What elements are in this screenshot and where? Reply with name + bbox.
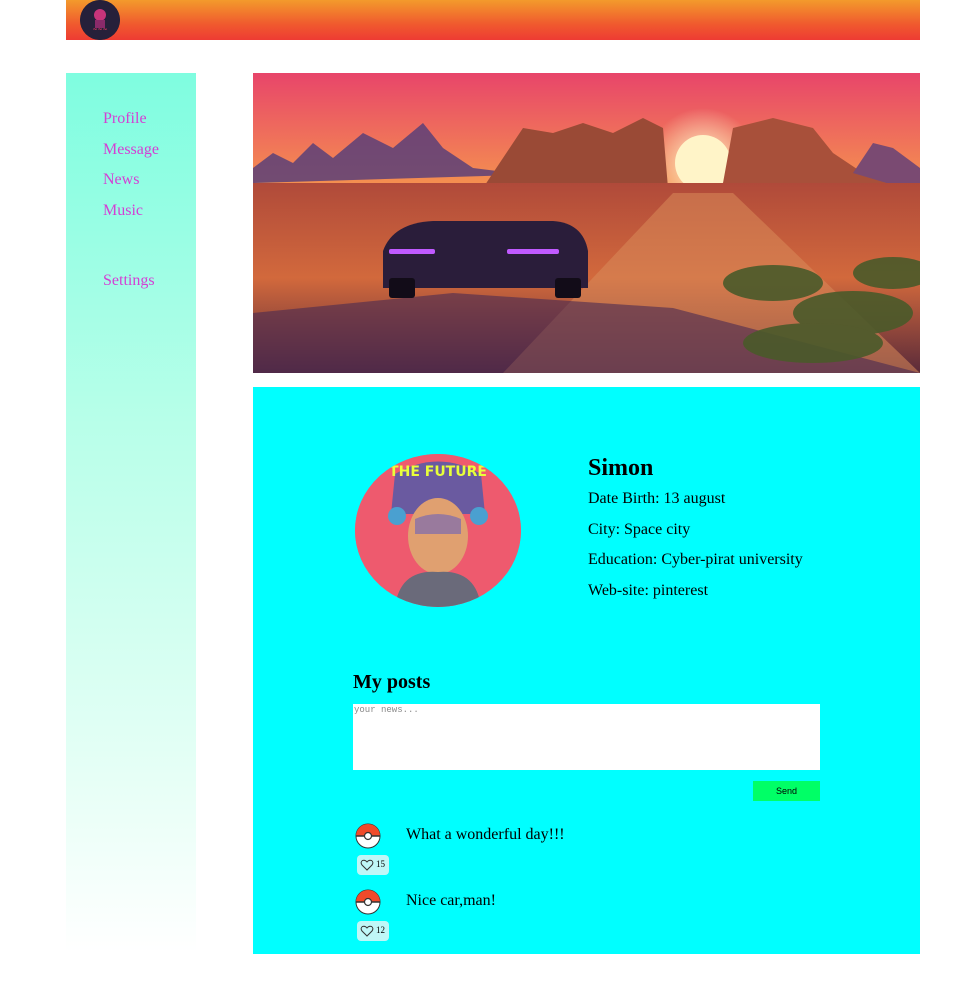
profile-education: Education: Cyber-pirat university (588, 551, 803, 568)
post-input[interactable] (353, 704, 820, 770)
like-count: 12 (376, 925, 385, 935)
heart-icon (360, 859, 374, 871)
logo-icon[interactable]: ~~~ (80, 0, 120, 40)
profile-website: Web-site: pinterest (588, 581, 709, 599)
sidebar-nav: Profile Message News Music (103, 109, 159, 232)
profile-info: Simon Date Birth: 13 august City: Space … (588, 453, 803, 611)
page: ~~~ Profile Message News Music Settings (0, 0, 980, 1001)
post-text: What a wonderful day!!! (406, 826, 565, 843)
header: ~~~ (66, 0, 920, 40)
profile-avatar: THE FUTURE (355, 454, 521, 607)
posts-title: My posts (353, 671, 431, 693)
profile-date-birth: Date Birth: 13 august (588, 490, 726, 507)
post-text: Nice car,man! (406, 892, 496, 909)
profile-city: City: Space city (588, 520, 691, 538)
sidebar-item-message[interactable]: Message (103, 140, 159, 160)
send-button[interactable]: Send (753, 781, 820, 801)
like-count: 15 (376, 859, 385, 869)
banner-image (253, 73, 920, 373)
profile-name: Simon (588, 455, 654, 481)
profile-content: THE FUTURE Simon Date Birth: 13 august C… (253, 387, 920, 954)
sidebar-item-profile[interactable]: Profile (103, 109, 159, 129)
sidebar-item-settings[interactable]: Settings (103, 272, 155, 290)
sidebar-item-music[interactable]: Music (103, 201, 159, 221)
avatar-caption: THE FUTURE (389, 464, 487, 480)
pokeball-icon (355, 823, 381, 849)
pokeball-icon (355, 889, 381, 915)
sidebar-item-news[interactable]: News (103, 170, 159, 190)
sidebar: Profile Message News Music Settings (66, 73, 196, 953)
like-button[interactable]: 12 (357, 921, 389, 941)
like-button[interactable]: 15 (357, 855, 389, 875)
heart-icon (360, 925, 374, 937)
svg-text:~~~: ~~~ (92, 26, 107, 33)
